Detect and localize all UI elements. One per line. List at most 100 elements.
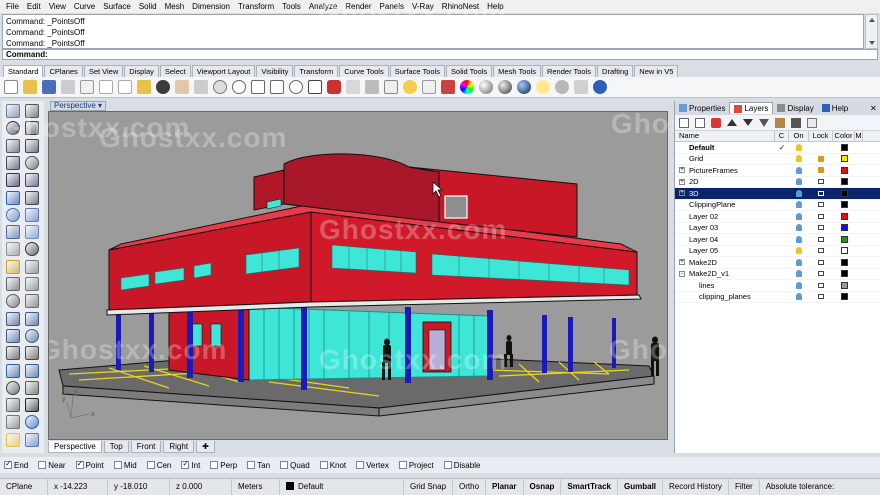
osnap-checkbox[interactable]: [75, 459, 84, 469]
filter-toggle[interactable]: Filter: [729, 478, 760, 495]
layer-name[interactable]: lines: [675, 281, 775, 290]
layer-lock-toggle[interactable]: [809, 271, 833, 277]
light-icon[interactable]: [536, 80, 550, 94]
viewport-tab-front[interactable]: Front: [130, 441, 162, 453]
planar-toggle[interactable]: Planar: [486, 478, 524, 495]
box-icon[interactable]: [6, 225, 20, 240]
expand-icon[interactable]: +: [679, 167, 685, 173]
layer-lock-toggle[interactable]: [809, 236, 833, 242]
menu-item-help[interactable]: Help: [487, 2, 503, 11]
menu-item-rhinonest[interactable]: RhinoNest: [442, 2, 479, 11]
tab-surface-tools[interactable]: Surface Tools: [389, 65, 446, 77]
layer-lock-toggle[interactable]: [809, 155, 833, 162]
osnap-quad[interactable]: Quad: [280, 461, 310, 470]
new-layer-icon[interactable]: [679, 117, 689, 128]
tab-drafting[interactable]: Drafting: [597, 65, 634, 77]
text-icon[interactable]: [25, 242, 39, 257]
menu-item-v-ray[interactable]: V-Ray: [412, 2, 434, 11]
column-material[interactable]: M: [855, 131, 863, 141]
move-down-icon[interactable]: [743, 119, 753, 126]
osnap-checkbox[interactable]: [280, 461, 289, 469]
move-view-icon[interactable]: [194, 80, 208, 94]
move-up-icon[interactable]: [727, 119, 737, 126]
circle-icon[interactable]: [6, 138, 20, 153]
offset-icon[interactable]: [25, 190, 39, 205]
panel-tab-properties[interactable]: Properties: [675, 103, 729, 114]
layer-name[interactable]: 3D: [675, 189, 775, 198]
panel-close-icon[interactable]: ✕: [870, 104, 880, 113]
layer-color-swatch[interactable]: [833, 293, 855, 301]
layer-icon[interactable]: [422, 80, 436, 94]
rotate-view-icon[interactable]: [213, 80, 227, 94]
layer-visibility-toggle[interactable]: [789, 189, 809, 197]
scroll-up-icon[interactable]: [869, 18, 875, 22]
filter-icon[interactable]: [759, 118, 769, 127]
rotate-icon[interactable]: [6, 328, 20, 343]
layer-name[interactable]: Layer 02: [675, 212, 775, 221]
freeform-icon[interactable]: [6, 190, 20, 205]
collapse-icon[interactable]: -: [679, 270, 685, 277]
layer-row[interactable]: - Make2D_v1: [675, 269, 880, 280]
line-icon[interactable]: [25, 121, 39, 136]
open-file-icon[interactable]: [23, 80, 37, 94]
menu-item-curve[interactable]: Curve: [74, 2, 95, 11]
osnap-checkbox[interactable]: [210, 461, 219, 469]
paste-icon[interactable]: [137, 80, 151, 94]
layer-name[interactable]: Layer 03: [675, 223, 775, 232]
osnap-end[interactable]: End: [4, 459, 28, 470]
osnap-disable[interactable]: Disable: [443, 461, 480, 470]
layer-row[interactable]: clipping_planes: [675, 292, 880, 303]
layer-lock-toggle[interactable]: [809, 179, 833, 185]
layer-visibility-toggle[interactable]: [789, 258, 809, 266]
layer-visibility-toggle[interactable]: [789, 293, 809, 301]
layer-row[interactable]: + PictureFrames: [675, 165, 880, 177]
layer-visibility-toggle[interactable]: [789, 166, 809, 174]
column-lock[interactable]: Lock: [809, 131, 833, 141]
dimension-icon[interactable]: [6, 380, 20, 395]
tab-display[interactable]: Display: [124, 65, 159, 77]
layer-visibility-toggle[interactable]: [789, 201, 809, 209]
layer-visibility-toggle[interactable]: [789, 235, 809, 243]
layer-visibility-toggle[interactable]: [789, 270, 809, 278]
layer-row[interactable]: +2D: [675, 177, 880, 188]
layer-lock-toggle[interactable]: [809, 202, 833, 208]
viewport-title[interactable]: Perspective ▾: [50, 101, 107, 111]
import-icon[interactable]: [80, 80, 94, 94]
layer-row[interactable]: Grid: [675, 154, 880, 165]
join-icon[interactable]: [25, 259, 39, 274]
chevron-down-icon[interactable]: ▾: [98, 101, 102, 110]
layer-color-swatch[interactable]: [833, 201, 855, 209]
curve-icon[interactable]: [6, 155, 20, 170]
layer-name[interactable]: Make2D_v1: [675, 269, 775, 278]
column-current[interactable]: C: [775, 131, 789, 141]
layer-row[interactable]: Default ✓: [675, 142, 880, 154]
rendered-sphere-icon[interactable]: [517, 80, 531, 94]
delete-layer-icon[interactable]: [711, 117, 721, 128]
osnap-cen[interactable]: Cen: [146, 461, 171, 470]
panel-tab-layers[interactable]: Layers: [729, 102, 774, 114]
cut-icon[interactable]: [99, 80, 113, 94]
layer-name[interactable]: PictureFrames: [675, 166, 775, 175]
layer-name[interactable]: Default: [675, 143, 775, 152]
layer-lock-toggle[interactable]: [809, 225, 833, 231]
column-on[interactable]: On: [789, 131, 809, 141]
tab-select[interactable]: Select: [159, 65, 191, 77]
layer-color-swatch[interactable]: [833, 155, 855, 163]
car-icon[interactable]: [327, 80, 341, 94]
save-icon[interactable]: [42, 80, 56, 94]
layer-row[interactable]: Layer 04: [675, 234, 880, 246]
explode-icon[interactable]: [6, 259, 20, 274]
osnap-toggle[interactable]: Osnap: [524, 478, 562, 495]
command-input[interactable]: [50, 50, 651, 59]
menu-item-surface[interactable]: Surface: [103, 2, 131, 11]
polygon-icon[interactable]: [25, 173, 39, 188]
tab-cplanes[interactable]: CPlanes: [44, 65, 83, 77]
select-icon[interactable]: [346, 80, 360, 94]
osnap-checkbox[interactable]: [247, 461, 256, 469]
fillet-icon[interactable]: [6, 294, 20, 309]
tab-transform[interactable]: Transform: [294, 65, 339, 77]
osnap-checkbox[interactable]: [4, 459, 12, 469]
help-icon[interactable]: [593, 80, 607, 94]
zoom-window-icon[interactable]: [251, 80, 265, 94]
scale-icon[interactable]: [25, 328, 39, 343]
